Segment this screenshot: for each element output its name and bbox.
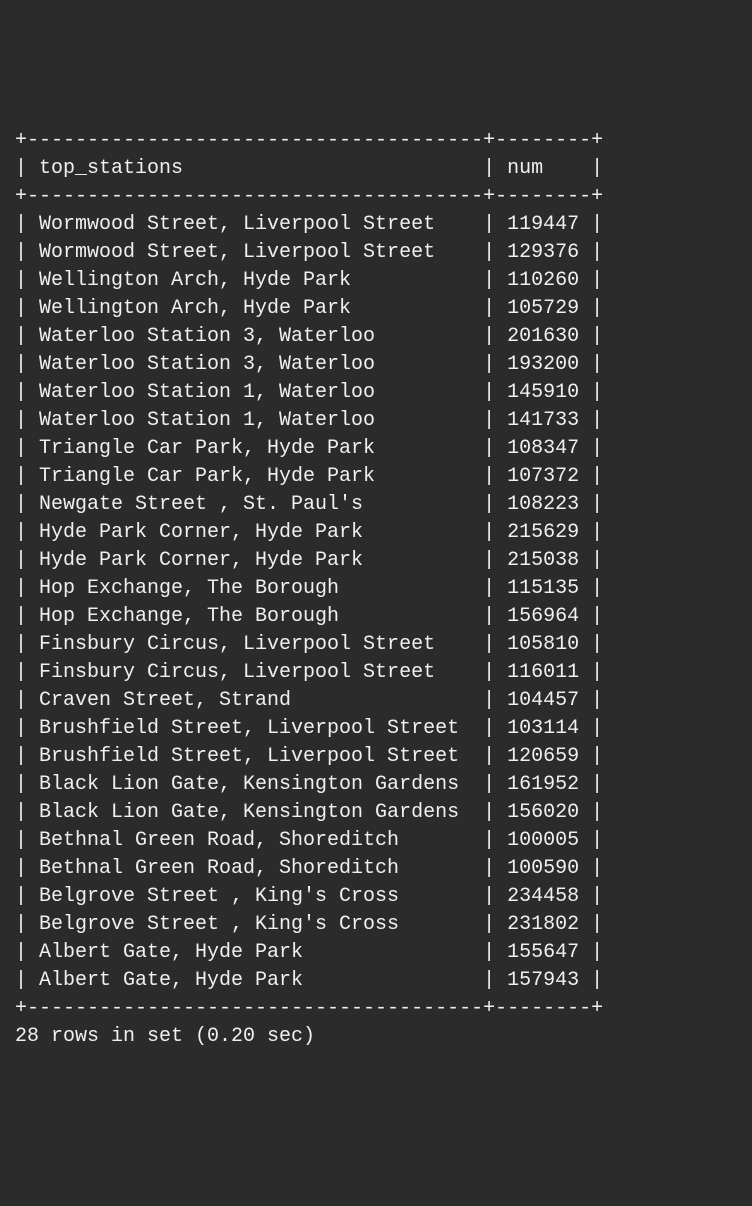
table-header-row: | top_stations | num | <box>15 157 603 180</box>
sql-output: +--------------------------------------+… <box>15 127 737 1051</box>
table-border-mid: +--------------------------------------+… <box>15 185 603 208</box>
table-body: | Wormwood Street, Liverpool Street | 11… <box>15 213 603 992</box>
table-border-top: +--------------------------------------+… <box>15 129 603 152</box>
query-footer: 28 rows in set (0.20 sec) <box>15 1025 315 1048</box>
table-border-bottom: +--------------------------------------+… <box>15 997 603 1020</box>
